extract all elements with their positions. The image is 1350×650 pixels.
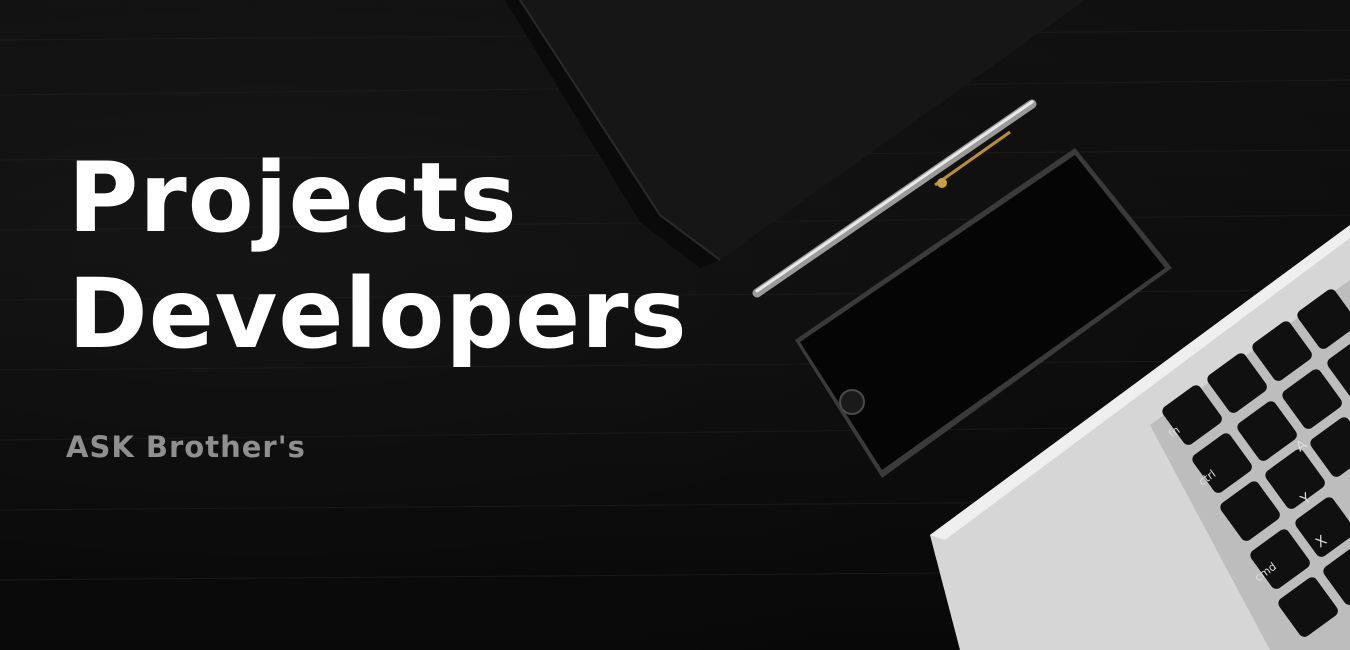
headline-line-2: Developers: [68, 258, 688, 370]
banner: fn ctrl cmd A Y X Projects Developers AS…: [0, 0, 1350, 650]
headline: Projects Developers: [68, 140, 688, 372]
headline-line-1: Projects: [68, 142, 518, 254]
brand-subtitle: ASK Brother's: [66, 430, 306, 464]
